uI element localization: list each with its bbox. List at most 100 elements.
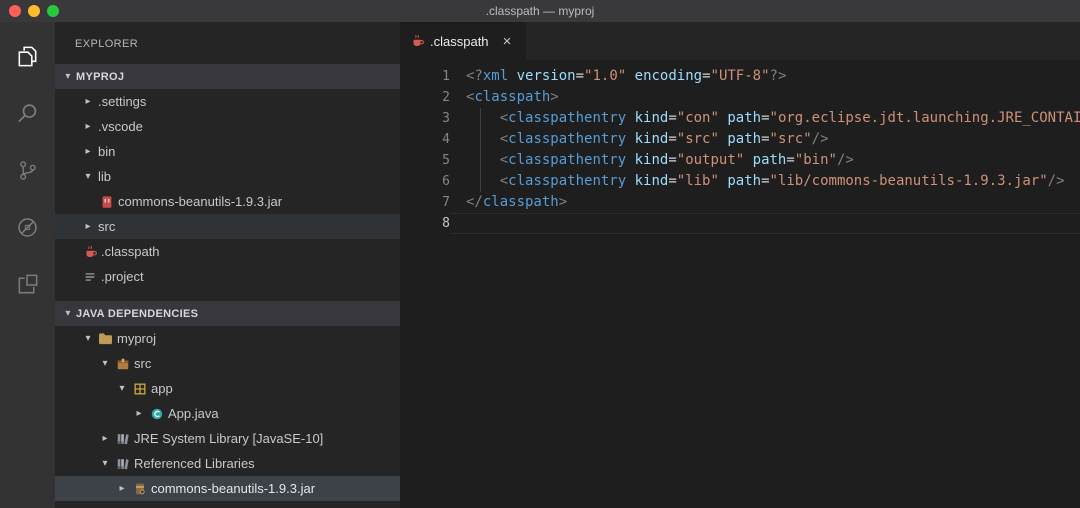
chevron-down-icon: ▾ — [80, 333, 96, 344]
line-number[interactable]: 3 — [400, 108, 450, 129]
tree-item-lib[interactable]: ▾lib — [55, 164, 400, 189]
code-line-content[interactable]: <classpathentry kind="output" path="bin"… — [450, 150, 1080, 171]
library-icon — [113, 457, 132, 471]
zoom-window-button[interactable] — [47, 5, 59, 17]
section-label: MYPROJ — [76, 71, 124, 83]
chevron-right-icon: ▸ — [80, 146, 96, 157]
chevron-down-icon: ▾ — [97, 358, 113, 369]
code-line-8: 8 — [400, 213, 1080, 234]
line-number[interactable]: 7 — [400, 192, 450, 213]
activity-bar — [0, 22, 55, 508]
code-line-1: 1<?xml version="1.0" encoding="UTF-8"?> — [400, 66, 1080, 87]
chevron-right-icon: ▸ — [80, 96, 96, 107]
section-header-java-dependencies[interactable]: ▾JAVA DEPENDENCIES — [55, 301, 400, 326]
line-number[interactable]: 6 — [400, 171, 450, 192]
code-line-content[interactable]: <classpathentry kind="src" path="src"/> — [450, 129, 1080, 150]
activity-source-control[interactable] — [0, 142, 55, 199]
package-icon — [130, 382, 149, 396]
minimize-window-button[interactable] — [28, 5, 40, 17]
java-file-icon — [80, 245, 99, 259]
editor-group: .classpath × 1<?xml version="1.0" encodi… — [400, 22, 1080, 508]
code-line-3: 3 <classpathentry kind="con" path="org.e… — [400, 108, 1080, 129]
tab-classpath[interactable]: .classpath × — [400, 22, 526, 60]
tree-item-label: Referenced Libraries — [134, 456, 255, 471]
tree-item-label: commons-beanutils-1.9.3.jar — [151, 481, 315, 496]
line-number[interactable]: 4 — [400, 129, 450, 150]
package-root-icon — [113, 357, 132, 371]
tree-item-referenced-libraries[interactable]: ▾ Referenced Libraries — [55, 451, 400, 476]
tree-item-classpath[interactable]: .classpath — [55, 239, 400, 264]
section-header-myproj[interactable]: ▾MYPROJ — [55, 64, 400, 89]
tree-item-commons-beanutils-1-9-3-jar[interactable]: ▸ commons-beanutils-1.9.3.jar — [55, 476, 400, 501]
code-line-7: 7</classpath> — [400, 192, 1080, 213]
tree-item-label: .project — [101, 269, 144, 284]
java-class-icon — [150, 407, 164, 421]
tree-item-settings[interactable]: ▸.settings — [55, 89, 400, 114]
code-line-content[interactable]: </classpath> — [450, 192, 1080, 213]
title-bar: .classpath — myproj — [0, 0, 1080, 22]
activity-explorer[interactable] — [0, 28, 55, 85]
java-file-icon — [410, 34, 424, 48]
window-title: .classpath — myproj — [0, 4, 1080, 18]
code-line-content[interactable]: <classpathentry kind="con" path="org.ecl… — [450, 108, 1080, 129]
tree-item-app[interactable]: ▾app — [55, 376, 400, 401]
chevron-right-icon: ▸ — [131, 408, 147, 419]
tree-item-label: App.java — [168, 406, 219, 421]
library-icon — [116, 432, 130, 446]
close-window-button[interactable] — [9, 5, 21, 17]
code-line-content[interactable]: <classpathentry kind="lib" path="lib/com… — [450, 171, 1080, 192]
extensions-icon — [15, 272, 40, 297]
tree-item-commons-beanutils-1-9-3-jar[interactable]: commons-beanutils-1.9.3.jar — [55, 189, 400, 214]
line-number[interactable]: 2 — [400, 87, 450, 108]
code-line-content[interactable] — [450, 213, 1080, 234]
code-line-content[interactable]: <classpath> — [450, 87, 1080, 108]
tab-label: .classpath — [430, 34, 489, 49]
line-number[interactable]: 1 — [400, 66, 450, 87]
chevron-down-icon: ▾ — [60, 308, 76, 319]
activity-debug[interactable] — [0, 199, 55, 256]
indent-guide — [480, 108, 481, 192]
jar-red-icon — [97, 195, 116, 209]
chevron-right-icon: ▸ — [80, 121, 96, 132]
tree-item-src[interactable]: ▸src — [55, 214, 400, 239]
tree-item-jre-system-library-javase-10[interactable]: ▸JRE System Library [JavaSE-10] — [55, 426, 400, 451]
chevron-right-icon: ▸ — [114, 483, 130, 494]
tree-item-bin[interactable]: ▸bin — [55, 139, 400, 164]
project-icon — [83, 270, 97, 284]
package-root-icon — [116, 357, 130, 371]
code-area[interactable]: 1<?xml version="1.0" encoding="UTF-8"?>2… — [400, 60, 1080, 508]
source-control-icon — [15, 158, 40, 183]
code-line-5: 5 <classpathentry kind="output" path="bi… — [400, 150, 1080, 171]
folder-icon — [96, 332, 115, 345]
files-icon — [15, 44, 40, 69]
chevron-down-icon: ▾ — [97, 458, 113, 469]
tree-item-app-java[interactable]: ▸ App.java — [55, 401, 400, 426]
java-file-icon — [410, 34, 424, 48]
tree-item-project[interactable]: .project — [55, 264, 400, 289]
code-line-4: 4 <classpathentry kind="src" path="src"/… — [400, 129, 1080, 150]
tree-item-label: src — [98, 219, 115, 234]
library-icon — [116, 457, 130, 471]
java-class-icon — [147, 407, 166, 421]
tree-item-label: bin — [98, 144, 115, 159]
activity-search[interactable] — [0, 85, 55, 142]
line-number[interactable]: 5 — [400, 150, 450, 171]
line-number[interactable]: 8 — [400, 213, 450, 234]
chevron-down-icon: ▾ — [80, 171, 96, 182]
tree-item-label: lib — [98, 169, 111, 184]
jar-icon — [133, 482, 147, 496]
tree-item-label: commons-beanutils-1.9.3.jar — [118, 194, 282, 209]
activity-extensions[interactable] — [0, 256, 55, 313]
code-line-content[interactable]: <?xml version="1.0" encoding="UTF-8"?> — [450, 66, 1080, 87]
close-icon[interactable]: × — [499, 33, 516, 50]
tree-item-myproj[interactable]: ▾myproj — [55, 326, 400, 351]
vscode-window: .classpath — myproj EXPLORER ▾MYPROJ▸.se… — [0, 0, 1080, 508]
tree-item-label: src — [134, 356, 151, 371]
package-icon — [133, 382, 147, 396]
folder-icon — [98, 332, 113, 345]
chevron-right-icon: ▸ — [80, 221, 96, 232]
tree-item-src[interactable]: ▾ src — [55, 351, 400, 376]
project-icon — [80, 270, 99, 284]
tree-item-vscode[interactable]: ▸.vscode — [55, 114, 400, 139]
search-icon — [15, 101, 40, 126]
